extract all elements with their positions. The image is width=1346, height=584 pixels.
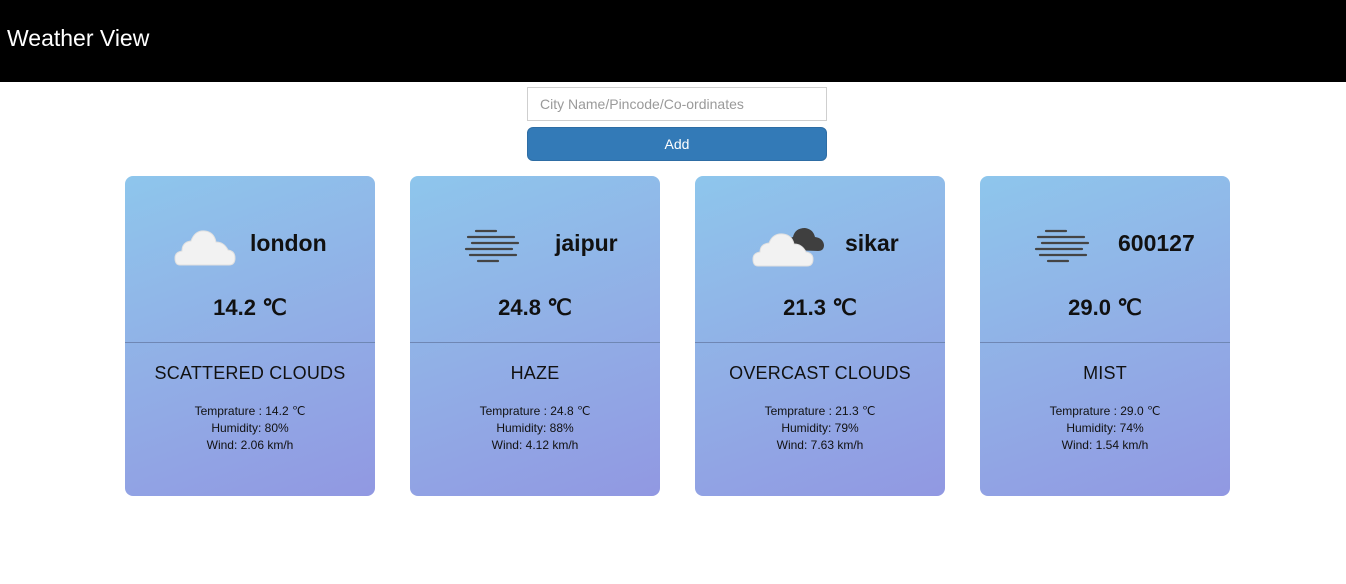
wind-detail: Wind: 1.54 km/h	[1061, 438, 1149, 452]
wind-detail: Wind: 2.06 km/h	[206, 438, 294, 452]
wind-detail: Wind: 4.12 km/h	[491, 438, 579, 452]
humidity-detail: Humidity: 74%	[1066, 421, 1144, 435]
app-title: Weather View	[7, 25, 150, 51]
add-city-button[interactable]: Add	[527, 127, 827, 161]
weather-card-sikar: sikar 21.3 ℃ OVERCAST CLOUDS Temprature …	[695, 176, 945, 496]
city-search-input[interactable]	[527, 87, 827, 121]
card-divider	[125, 342, 375, 343]
temperature-detail: Temprature : 29.0 ℃	[1049, 404, 1161, 418]
weather-description: OVERCAST CLOUDS	[729, 363, 911, 383]
temperature-detail: Temprature : 24.8 ℃	[479, 404, 591, 418]
city-name: sikar	[845, 230, 899, 256]
scattered-clouds-icon	[174, 230, 236, 266]
weather-card-london: london 14.2 ℃ SCATTERED CLOUDS Tempratur…	[125, 176, 375, 496]
weather-details: Temprature : 29.0 ℃ Humidity: 74% Wind: …	[980, 403, 1230, 454]
current-temperature: 29.0 ℃	[1068, 295, 1142, 320]
haze-icon	[464, 229, 520, 263]
card-divider	[980, 342, 1230, 343]
weather-details: Temprature : 21.3 ℃ Humidity: 79% Wind: …	[695, 403, 945, 454]
humidity-detail: Humidity: 80%	[211, 421, 289, 435]
current-temperature: 14.2 ℃	[213, 295, 287, 320]
top-navbar: Weather View	[0, 0, 1346, 82]
mist-icon	[1034, 229, 1090, 263]
weather-card-jaipur: jaipur 24.8 ℃ HAZE Temprature : 24.8 ℃ H…	[410, 176, 660, 496]
weather-details: Temprature : 14.2 ℃ Humidity: 80% Wind: …	[125, 403, 375, 454]
temperature-detail: Temprature : 21.3 ℃	[764, 404, 876, 418]
city-name: 600127	[1118, 230, 1195, 256]
weather-description: SCATTERED CLOUDS	[154, 363, 346, 383]
city-name: london	[250, 230, 327, 256]
card-divider	[695, 342, 945, 343]
city-name: jaipur	[555, 230, 618, 256]
humidity-detail: Humidity: 79%	[781, 421, 859, 435]
overcast-clouds-icon	[752, 228, 824, 267]
weather-card-600127: 600127 29.0 ℃ MIST Temprature : 29.0 ℃ H…	[980, 176, 1230, 496]
weather-description: MIST	[1083, 363, 1127, 383]
wind-detail: Wind: 7.63 km/h	[776, 438, 864, 452]
temperature-detail: Temprature : 14.2 ℃	[194, 404, 306, 418]
weather-details: Temprature : 24.8 ℃ Humidity: 88% Wind: …	[410, 403, 660, 454]
current-temperature: 21.3 ℃	[783, 295, 857, 320]
card-divider	[410, 342, 660, 343]
current-temperature: 24.8 ℃	[498, 295, 572, 320]
humidity-detail: Humidity: 88%	[496, 421, 574, 435]
weather-description: HAZE	[510, 363, 560, 383]
